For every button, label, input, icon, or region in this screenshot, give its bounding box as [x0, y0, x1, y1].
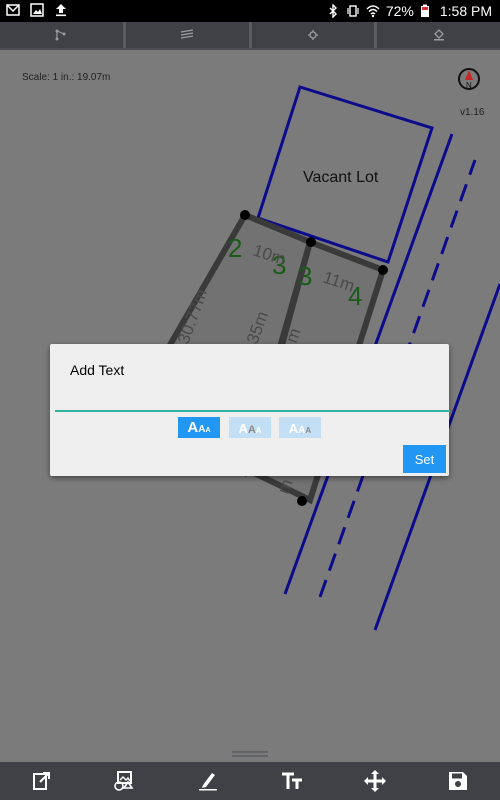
- overlay-icon: [114, 771, 134, 791]
- compass-letter: N: [466, 81, 472, 90]
- gmail-icon: [6, 3, 20, 17]
- move-button[interactable]: [363, 769, 387, 793]
- settings-tool-button[interactable]: [251, 22, 378, 48]
- lot-number: 3: [298, 261, 312, 291]
- lot-number: 2: [228, 233, 242, 263]
- size-medium-label: AAA: [238, 421, 262, 436]
- drawer-handle[interactable]: [232, 750, 268, 758]
- fill-tool-button[interactable]: [377, 22, 500, 48]
- bluetooth-icon: [326, 3, 340, 19]
- bottom-toolbar: [0, 762, 500, 800]
- status-bar: 72% 1:58 PM: [0, 0, 500, 22]
- text-input[interactable]: [55, 384, 450, 412]
- gear-icon: [307, 30, 318, 40]
- clock: 1:58 PM: [439, 3, 492, 19]
- vertex-point[interactable]: [306, 237, 316, 247]
- vacant-lot-label: Vacant Lot: [303, 169, 379, 186]
- export-icon: [32, 772, 50, 790]
- vertex-tool-button[interactable]: [0, 22, 126, 48]
- export-button[interactable]: [30, 769, 54, 793]
- vibrate-icon: [346, 4, 360, 18]
- dialog-title: Add Text: [70, 362, 125, 378]
- battery-icon: [420, 4, 434, 18]
- size-small-button[interactable]: AAA: [279, 417, 321, 438]
- version-label: v1.16: [460, 107, 485, 118]
- layers-icon: [181, 29, 194, 39]
- scale-label: Scale: 1 in.: 19.07m: [22, 72, 111, 83]
- view-toggle-button[interactable]: [113, 769, 137, 793]
- upload-icon: [54, 3, 68, 17]
- save-button[interactable]: [446, 769, 470, 793]
- paint-bucket-icon: [433, 29, 444, 41]
- text-size-icon: [281, 772, 302, 789]
- top-toolbar: [0, 22, 500, 50]
- move-arrows-icon: [363, 770, 386, 792]
- compass-icon[interactable]: N: [458, 68, 480, 98]
- size-small-label: AAA: [288, 421, 312, 436]
- edit-button[interactable]: [196, 769, 220, 793]
- vertex-point[interactable]: [378, 265, 388, 275]
- size-medium-button[interactable]: AAA: [229, 417, 271, 438]
- image-icon: [30, 3, 44, 17]
- add-text-dialog: Add Text AAA AAA AAA Set: [50, 344, 450, 476]
- floppy-disk-icon: [449, 772, 468, 790]
- pencil-icon: [199, 773, 218, 791]
- wifi-icon: [366, 4, 380, 18]
- battery-percent: 72%: [385, 3, 414, 19]
- layers-tool-button[interactable]: [125, 22, 252, 48]
- vertex-point[interactable]: [297, 496, 307, 506]
- set-button[interactable]: Set: [403, 445, 446, 473]
- text-size-button[interactable]: [280, 769, 304, 793]
- vertex-icon: [55, 29, 66, 41]
- vertex-point[interactable]: [240, 210, 250, 220]
- size-large-button[interactable]: AAA: [178, 417, 220, 438]
- size-large-label: AAA: [187, 419, 211, 436]
